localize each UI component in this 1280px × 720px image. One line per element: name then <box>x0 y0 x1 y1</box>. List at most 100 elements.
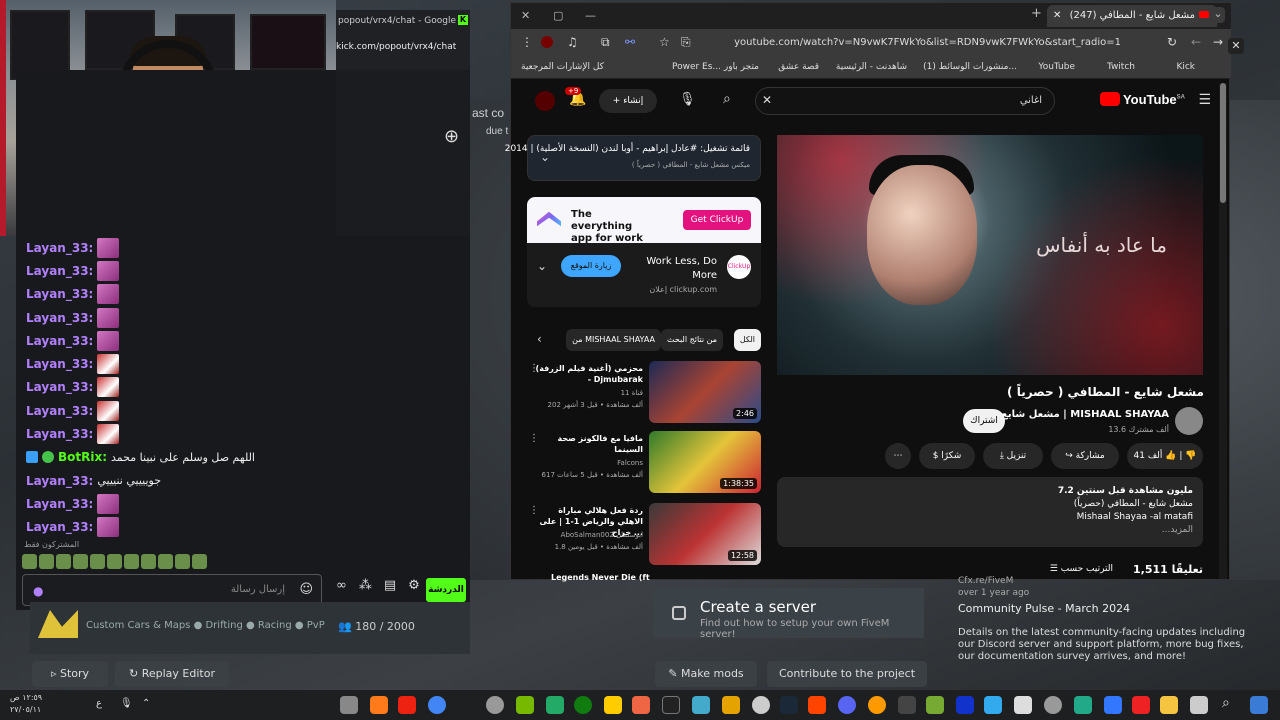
emote-icon[interactable] <box>39 554 54 569</box>
emote-icon[interactable] <box>22 554 37 569</box>
app-icon[interactable] <box>898 696 916 714</box>
share-icon[interactable]: ⁂ <box>359 578 372 593</box>
related-video[interactable]: 12:58 ردة فعل هلالي مباراة الاهلي والريا… <box>527 503 761 567</box>
emote-icon[interactable] <box>124 554 139 569</box>
app-icon[interactable] <box>370 696 388 714</box>
emote-icon[interactable] <box>107 554 122 569</box>
channel-avatar[interactable] <box>1175 407 1203 435</box>
ad-banner[interactable]: The everything app for work Get ClickUp <box>527 197 761 244</box>
chat-send-button[interactable]: الدردشة <box>426 578 466 602</box>
cast-icon[interactable]: ⎘ <box>681 35 691 50</box>
emote-icon[interactable] <box>56 554 71 569</box>
opera-icon[interactable] <box>398 696 416 714</box>
contribute-button[interactable]: Contribute to the project <box>767 661 927 687</box>
chevron-down-icon[interactable]: ⌄ <box>537 259 547 273</box>
nvidia-icon[interactable] <box>516 696 534 714</box>
news-card[interactable]: Cfx.re/FiveM over 1 year ago Community P… <box>958 576 1248 663</box>
link-icon[interactable]: ∞ <box>336 578 347 593</box>
app-icon[interactable] <box>868 696 886 714</box>
discord-icon[interactable] <box>838 696 856 714</box>
app-icon[interactable] <box>984 696 1002 714</box>
extension-icon[interactable]: ⚯ <box>625 35 635 49</box>
store-icon[interactable]: ▤ <box>384 578 396 593</box>
visit-site-button[interactable]: زيارة الموقع <box>561 255 621 277</box>
app-icon[interactable] <box>692 696 710 714</box>
bookmark-social[interactable]: (1) منشورات الوسائط... <box>923 62 1017 72</box>
search-input[interactable]: ✕ اغاني <box>755 87 1055 115</box>
app-icon[interactable] <box>632 696 650 714</box>
gear-icon[interactable] <box>752 696 770 714</box>
voice-search-icon[interactable]: 🎙 <box>679 92 696 107</box>
share-button[interactable]: ↪ مشاركة <box>1051 443 1119 469</box>
chrome-icon[interactable] <box>428 696 446 714</box>
app-icon[interactable] <box>340 696 358 714</box>
replay-editor-button[interactable]: ↻ Replay Editor <box>115 661 229 687</box>
file-explorer-icon[interactable] <box>1160 696 1178 714</box>
more-options-icon[interactable]: ⋮ <box>529 505 539 516</box>
bookmark-power[interactable]: Power Es... <box>672 62 721 72</box>
minimize-icon[interactable]: — <box>585 9 596 22</box>
emote-icon[interactable] <box>158 554 173 569</box>
description-box[interactable]: 7.2 مليون مشاهدة قبل سنتين مشعل شايع - ا… <box>777 477 1203 547</box>
app-icon[interactable] <box>604 696 622 714</box>
app-icon[interactable] <box>956 696 974 714</box>
like-button[interactable]: 41 ألف 👍 | 👎 <box>1127 443 1203 469</box>
settings-icon[interactable] <box>1044 696 1062 714</box>
related-video[interactable]: 1:38:35 مافيا مع فالكونز صحة السينما Fal… <box>527 431 761 495</box>
emote-icon[interactable] <box>175 554 190 569</box>
search-icon[interactable]: ⌕ <box>723 91 731 107</box>
close-icon[interactable]: ✕ <box>1228 38 1244 54</box>
bookmark-youtube[interactable]: YouTube <box>1038 62 1075 72</box>
chip-all[interactable]: الكل <box>733 329 761 351</box>
sort-comments[interactable]: ☰ الترتيب حسب <box>1050 564 1113 574</box>
ad-cta-button[interactable]: Get ClickUp <box>683 210 751 230</box>
emote-icon[interactable] <box>73 554 88 569</box>
server-row[interactable]: Custom Cars & Maps ● Drifting ● Racing ●… <box>30 602 470 654</box>
app-icon[interactable] <box>546 696 564 714</box>
video-thumbnail[interactable]: 12:58 <box>649 503 761 565</box>
bookmark-shahid[interactable]: شاهدنت - الرئيسية <box>836 62 907 72</box>
app-icon[interactable] <box>486 696 504 714</box>
bookmark-star-icon[interactable]: ☆ <box>659 35 670 49</box>
kick-url[interactable]: kick.com/popout/vrx4/chat <box>336 42 456 52</box>
maximize-icon[interactable]: ▢ <box>553 9 563 22</box>
youtube-logo[interactable]: YouTubeSA <box>1099 92 1185 107</box>
all-bookmarks[interactable]: كل الإشارات المرجعية <box>521 62 604 72</box>
profile-icon[interactable] <box>541 36 553 48</box>
app-icon[interactable] <box>1014 696 1032 714</box>
channel-name[interactable]: مشعل شايع | MISHAAL SHAYAA <box>1001 409 1169 420</box>
avatar[interactable] <box>535 91 555 111</box>
emote-icon[interactable] <box>192 554 207 569</box>
search-icon[interactable]: ⌕ <box>1222 695 1230 711</box>
bookmark-store[interactable]: متجر باور <box>724 62 759 72</box>
menu-icon[interactable]: ⋮ <box>521 35 533 49</box>
tab-search-icon[interactable]: ⌄ <box>1211 7 1225 23</box>
app-icon[interactable] <box>1074 696 1092 714</box>
zoom-icon[interactable]: ⊕ <box>444 126 459 147</box>
forward-icon[interactable]: ← <box>1191 35 1201 49</box>
download-button[interactable]: ⤓ تنزيل <box>983 443 1043 469</box>
reload-icon[interactable]: ↻ <box>1167 35 1177 49</box>
tab-close-icon[interactable]: ✕ <box>1053 5 1061 27</box>
create-server-card[interactable]: Create a server Find out how to setup yo… <box>654 588 924 640</box>
app-icon[interactable] <box>1132 696 1150 714</box>
rockstar-icon[interactable] <box>722 696 740 714</box>
story-button[interactable]: ▹ Story <box>32 661 108 687</box>
create-button[interactable]: + إنشاء <box>599 89 657 113</box>
back-icon[interactable]: → <box>1213 35 1223 49</box>
make-mods-button[interactable]: ✎ Make mods <box>655 661 757 687</box>
language-indicator[interactable]: ع <box>96 698 102 709</box>
playlist-panel[interactable]: ⌄ قائمة تشغيل: #عادل إبراهيم - أوبا لندن… <box>505 135 761 181</box>
video-thumbnail[interactable]: 1:38:35 <box>649 431 761 493</box>
tab-youtube[interactable]: ✕ (247) مشعل شايع - المطافي <box>1047 5 1217 27</box>
thanks-button[interactable]: $ شكرًا <box>919 443 975 469</box>
app-icon[interactable] <box>1190 696 1208 714</box>
chevron-left-icon[interactable]: ‹ <box>537 332 542 346</box>
video-thumbnail[interactable]: 2:46 <box>649 361 761 423</box>
subscribe-button[interactable]: اشتراك <box>963 409 1005 433</box>
steam-icon[interactable] <box>780 696 798 714</box>
music-queue-icon[interactable]: ♫ <box>567 35 578 49</box>
gear-icon[interactable]: ⚙ <box>408 578 420 593</box>
related-video[interactable]: 2:46 محزمي (أغنية فيلم الزرفة) - Djmubar… <box>527 361 761 425</box>
extensions-icon[interactable]: ⧉ <box>601 35 610 50</box>
